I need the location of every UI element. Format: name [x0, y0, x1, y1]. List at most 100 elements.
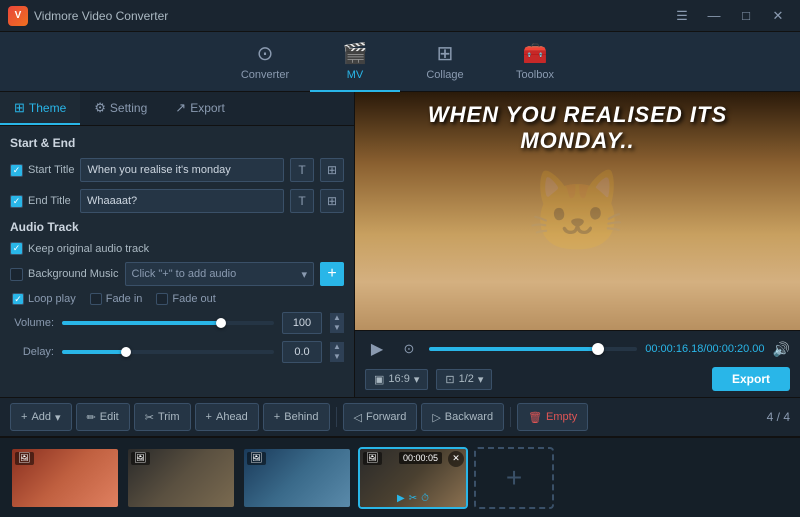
- delay-slider[interactable]: [62, 350, 274, 354]
- toolbox-icon: 🧰: [523, 41, 548, 66]
- audio-dropdown[interactable]: Click "+" to add audio ▾: [125, 262, 315, 286]
- fade-out-label[interactable]: Fade out: [156, 293, 215, 305]
- keep-original-checkbox[interactable]: [10, 242, 23, 255]
- clip-4-close[interactable]: ✕: [448, 451, 464, 467]
- backward-button[interactable]: ▷ Backward: [421, 403, 504, 431]
- collage-label: Collage: [426, 69, 463, 81]
- end-title-input[interactable]: [80, 189, 284, 213]
- delay-label: Delay:: [10, 346, 54, 358]
- start-title-label: Start Title: [28, 164, 74, 176]
- tab-collage[interactable]: ⊞ Collage: [400, 32, 490, 92]
- title-bar-left: V Vidmore Video Converter: [8, 6, 168, 26]
- tab-converter[interactable]: ⊙ Converter: [220, 32, 310, 92]
- volume-fill: [62, 321, 221, 325]
- bg-music-checkbox[interactable]: [10, 268, 23, 281]
- bottom-toolbar: + Add ▾ ✏ Edit ✂ Trim + Ahead + Behind ◁…: [0, 397, 800, 437]
- title-bar: V Vidmore Video Converter ☰ — □ ✕: [0, 0, 800, 32]
- clip-4[interactable]: 🖼 00:00:05 ✕ ▶ ✂ ⏱: [358, 447, 468, 509]
- behind-button[interactable]: + Behind: [263, 403, 330, 431]
- page-button[interactable]: ⊡ 1/2 ▾: [436, 369, 492, 390]
- ahead-icon: +: [206, 411, 212, 423]
- edit-button[interactable]: ✏ Edit: [76, 403, 130, 431]
- nav-tabs: ⊙ Converter 🎬 MV ⊞ Collage 🧰 Toolbox: [0, 32, 800, 92]
- delay-row: Delay: 0.0 ▲ ▼: [10, 341, 344, 363]
- volume-spinner[interactable]: ▲ ▼: [330, 313, 344, 333]
- volume-slider[interactable]: [62, 321, 274, 325]
- end-title-text-icon[interactable]: T: [290, 189, 314, 213]
- keep-original-label[interactable]: Keep original audio track: [10, 242, 149, 255]
- aspect-ratio-button[interactable]: ▣ 16:9 ▾: [365, 369, 428, 390]
- loop-play-label[interactable]: Loop play: [12, 293, 76, 305]
- maximize-button[interactable]: □: [732, 6, 760, 26]
- edit-label: Edit: [100, 411, 119, 423]
- start-title-text-icon[interactable]: T: [290, 158, 314, 182]
- end-title-row: End Title T ⊞: [10, 189, 344, 213]
- menu-button[interactable]: ☰: [668, 6, 696, 26]
- add-label: Add: [31, 411, 51, 423]
- clip-play-icon[interactable]: ▶: [397, 493, 405, 504]
- clip-clock-icon[interactable]: ⏱: [421, 493, 429, 504]
- progress-thumb[interactable]: [592, 343, 604, 355]
- add-clip-icon: +: [506, 462, 522, 494]
- close-button[interactable]: ✕: [764, 6, 792, 26]
- empty-button[interactable]: 🗑 Empty: [517, 403, 588, 431]
- fade-out-checkbox[interactable]: [156, 293, 168, 305]
- ahead-button[interactable]: + Ahead: [195, 403, 259, 431]
- clip-3-badge: 🖼: [247, 452, 266, 465]
- ahead-label: Ahead: [216, 411, 248, 423]
- subtab-setting[interactable]: ⚙ Setting: [80, 92, 161, 125]
- empty-label: Empty: [546, 411, 577, 423]
- audio-dropdown-text: Click "+" to add audio: [132, 268, 237, 280]
- clip-3[interactable]: 🖼: [242, 447, 352, 509]
- start-title-input[interactable]: [80, 158, 284, 182]
- delay-fill: [62, 350, 126, 354]
- delay-up[interactable]: ▲: [330, 342, 344, 352]
- progress-bar[interactable]: [429, 347, 637, 351]
- loop-play-checkbox[interactable]: [12, 293, 24, 305]
- stop-button[interactable]: ⊙: [397, 337, 421, 361]
- delay-thumb[interactable]: [121, 347, 131, 357]
- keep-original-text: Keep original audio track: [28, 243, 149, 255]
- delay-down[interactable]: ▼: [330, 352, 344, 362]
- add-audio-button[interactable]: +: [320, 262, 344, 286]
- behind-icon: +: [274, 411, 280, 423]
- edit-icon: ✏: [87, 411, 96, 424]
- delay-spinner[interactable]: ▲ ▼: [330, 342, 344, 362]
- end-title-checkbox[interactable]: [10, 195, 23, 208]
- page-icon: ⊡: [445, 373, 454, 386]
- subtab-theme[interactable]: ⊞ Theme: [0, 92, 80, 125]
- fade-in-checkbox[interactable]: [90, 293, 102, 305]
- trim-button[interactable]: ✂ Trim: [134, 403, 191, 431]
- forward-button[interactable]: ◁ Forward: [343, 403, 418, 431]
- tab-mv[interactable]: 🎬 MV: [310, 32, 400, 92]
- audio-track-title: Audio Track: [10, 220, 344, 234]
- app-logo: V: [8, 6, 28, 26]
- add-button[interactable]: + Add ▾: [10, 403, 72, 431]
- start-title-grid-icon[interactable]: ⊞: [320, 158, 344, 182]
- clip-2[interactable]: 🖼: [126, 447, 236, 509]
- subtab-export[interactable]: ↗ Export: [161, 92, 239, 125]
- volume-up[interactable]: ▲: [330, 313, 344, 323]
- clip-scissors-icon[interactable]: ✂: [409, 493, 417, 504]
- end-title-grid-icon[interactable]: ⊞: [320, 189, 344, 213]
- volume-icon[interactable]: 🔊: [773, 341, 790, 358]
- tab-toolbox[interactable]: 🧰 Toolbox: [490, 32, 580, 92]
- end-title-checkbox-label[interactable]: End Title: [10, 195, 74, 208]
- play-button[interactable]: ▶: [365, 337, 389, 361]
- volume-down[interactable]: ▼: [330, 323, 344, 333]
- export-button[interactable]: Export: [712, 367, 790, 391]
- aspect-icon: ▣: [374, 373, 384, 386]
- start-title-checkbox-label[interactable]: Start Title: [10, 164, 74, 177]
- total-time: 00:00:20.00: [706, 343, 764, 355]
- clip-1[interactable]: 🖼: [10, 447, 120, 509]
- volume-thumb[interactable]: [216, 318, 226, 328]
- bg-music-checkbox-label[interactable]: Background Music: [10, 268, 119, 281]
- fade-in-label[interactable]: Fade in: [90, 293, 143, 305]
- bg-music-row: Background Music Click "+" to add audio …: [10, 262, 344, 286]
- collage-icon: ⊞: [437, 41, 454, 66]
- start-title-checkbox[interactable]: [10, 164, 23, 177]
- add-clip-button[interactable]: +: [474, 447, 554, 509]
- forward-label: Forward: [366, 411, 406, 423]
- aspect-arrow: ▾: [414, 373, 420, 386]
- minimize-button[interactable]: —: [700, 6, 728, 26]
